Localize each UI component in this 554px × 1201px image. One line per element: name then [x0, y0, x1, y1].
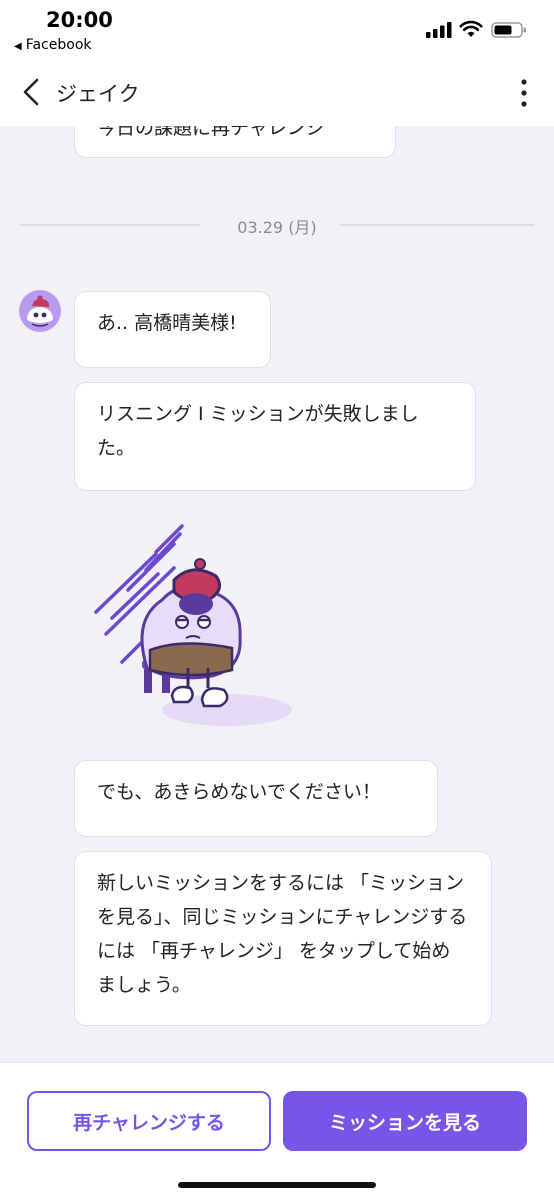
date-label: 03.29 (月) [237, 218, 317, 237]
message-bubble-instructions: 新しいミッションをするには 「ミッションを見る」、同じミッションにチャレンジする… [74, 851, 492, 1026]
cellular-signal-icon [426, 22, 452, 38]
view-missions-button[interactable]: ミッションを見る [283, 1091, 527, 1151]
status-bar: 20:00 ◀ Facebook [0, 0, 554, 58]
message-text: 新しいミッションをするには 「ミッションを見る」、同じミッションにチャレンジする… [97, 872, 468, 996]
status-time: 20:00 [46, 8, 113, 32]
previous-message-text: 今日の課題に再チャレンジ [97, 126, 325, 139]
chat-header: ジェイク [0, 58, 554, 126]
message-text: リスニング I ミッションが失敗しました。 [97, 403, 419, 459]
back-app-label: Facebook [25, 37, 92, 53]
more-options-icon[interactable] [518, 78, 530, 108]
message-bubble-encourage: でも、あきらめないでください！ [74, 760, 438, 837]
previous-message-bubble: 今日の課題に再チャレンジ [74, 126, 396, 158]
home-indicator[interactable] [178, 1182, 376, 1188]
message-text: あ.. 高橋晴美様! [97, 312, 237, 334]
chat-area[interactable]: 今日の課題に再チャレンジ 03.29 (月) あ.. 高橋晴美様! リスニング … [0, 126, 554, 1062]
bottom-action-bar: 再チャレンジする ミッションを見る [0, 1062, 554, 1201]
back-triangle-icon: ◀ [14, 41, 22, 52]
message-bubble-failed: リスニング I ミッションが失敗しました。 [74, 382, 476, 491]
back-chevron-icon[interactable] [20, 78, 42, 106]
wifi-icon [459, 20, 483, 37]
date-separator: 03.29 (月) [20, 212, 534, 238]
battery-icon [491, 22, 526, 38]
chat-title: ジェイク [56, 82, 140, 106]
back-to-app-link[interactable]: ◀ Facebook [14, 37, 92, 53]
retry-button[interactable]: 再チャレンジする [27, 1091, 271, 1151]
message-bubble-greeting: あ.. 高橋晴美様! [74, 291, 271, 368]
message-text: でも、あきらめないでください！ [97, 781, 381, 803]
jake-avatar[interactable] [19, 290, 61, 332]
sad-mascot-sticker [94, 524, 292, 726]
jake-avatar-icon [27, 295, 53, 327]
